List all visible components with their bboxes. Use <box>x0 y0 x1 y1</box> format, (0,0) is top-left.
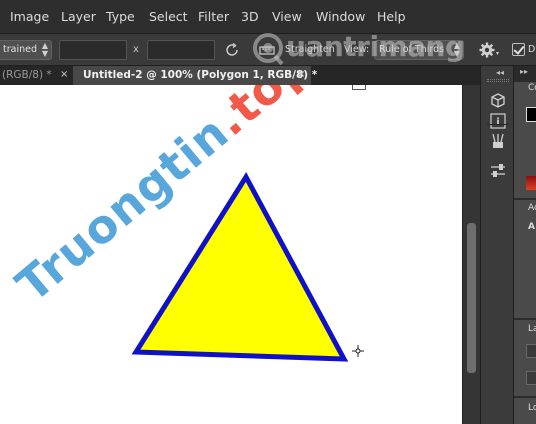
crosshair-cursor-icon <box>352 345 364 357</box>
menu-window[interactable]: Window <box>316 9 365 24</box>
document-tabs: (RGB/8) * × Untitled-2 @ 100% (Polygon 1… <box>0 66 480 85</box>
document-canvas[interactable]: Truongtin.top <box>0 85 462 424</box>
straighten-icon[interactable] <box>258 41 276 59</box>
svg-text:i: i <box>496 117 499 128</box>
panel-icon-strip: ◂◂ i <box>480 66 514 424</box>
layer-filter-select[interactable] <box>526 344 536 358</box>
close-icon[interactable]: × <box>297 69 305 80</box>
menu-view[interactable]: View <box>272 9 302 24</box>
panel-separator <box>514 396 536 398</box>
menu-bar: Image Layer Type Select Filter 3D View W… <box>0 0 536 34</box>
tab-document-1[interactable]: (RGB/8) * × <box>0 66 72 85</box>
tab-label: (RGB/8) * <box>2 69 52 81</box>
canvas-artwork <box>131 172 364 362</box>
gear-dropdown-icon[interactable]: ▾ <box>496 50 499 57</box>
menu-image[interactable]: Image <box>10 9 49 24</box>
lock-label: Lo <box>528 403 536 413</box>
overlay-select[interactable]: Rule of Thirds ▲ ▼ <box>374 40 464 60</box>
height-input[interactable] <box>147 40 215 60</box>
adjustments-item[interactable]: A <box>528 222 535 232</box>
expand-icon: ▸▸ <box>520 67 529 76</box>
adjustments-sliders-icon[interactable] <box>489 162 507 180</box>
color-panel-tab[interactable]: Co <box>528 83 536 93</box>
3d-cube-icon[interactable] <box>489 92 507 110</box>
panel-collapse-bar[interactable]: ▸▸ <box>514 66 536 80</box>
strip-separator <box>487 124 509 125</box>
panel-separator <box>514 198 536 200</box>
crop-handle[interactable] <box>352 85 366 90</box>
straighten-label[interactable]: Straighten <box>285 44 335 55</box>
constraint-select[interactable]: trained ▲ ▼ <box>0 40 52 60</box>
constraint-select-value: trained <box>3 44 37 55</box>
panel-separator <box>514 80 536 82</box>
delete-cropped-checkbox[interactable] <box>512 43 525 56</box>
collapse-icon[interactable]: ◂◂ <box>496 68 504 77</box>
menu-filter[interactable]: Filter <box>198 9 229 24</box>
rotate-icon[interactable] <box>223 41 241 59</box>
brushes-icon[interactable] <box>489 132 507 150</box>
menu-type[interactable]: Type <box>106 9 135 24</box>
menu-layer[interactable]: Layer <box>61 9 96 24</box>
delete-cropped-label: D <box>528 44 536 55</box>
overlay-select-value: Rule of Thirds <box>379 44 445 55</box>
menu-help[interactable]: Help <box>377 9 406 24</box>
adjustments-panel-tab[interactable]: Ad <box>528 203 536 213</box>
updown-arrows-icon: ▲ ▼ <box>453 41 460 58</box>
width-input[interactable] <box>59 40 127 60</box>
tab-untitled-2[interactable]: Untitled-2 @ 100% (Polygon 1, RGB/8) * × <box>73 66 317 85</box>
options-bar: trained ▲ ▼ x Straighten View: Rule of Th… <box>0 34 536 66</box>
menu-3d[interactable]: 3D <box>241 9 259 24</box>
info-icon[interactable]: i <box>489 112 507 130</box>
right-panels: ▸▸ Co Ad A La Lo <box>514 66 536 424</box>
updown-arrows-icon: ▲ ▼ <box>41 41 48 58</box>
blend-mode-select[interactable] <box>526 371 536 385</box>
scrollbar-thumb[interactable] <box>467 223 476 373</box>
layers-panel-tab[interactable]: La <box>528 324 536 334</box>
color-ramp[interactable] <box>526 176 536 190</box>
view-label: View: <box>344 44 370 55</box>
foreground-color-swatch[interactable] <box>526 107 536 122</box>
tab-label: Untitled-2 @ 100% (Polygon 1, RGB/8) * <box>83 69 318 81</box>
close-icon[interactable]: × <box>60 69 68 80</box>
vertical-scrollbar[interactable] <box>462 85 480 424</box>
panel-separator <box>514 318 536 320</box>
gear-icon[interactable] <box>478 41 496 59</box>
menu-select[interactable]: Select <box>149 9 188 24</box>
swap-dimensions-label[interactable]: x <box>133 44 139 55</box>
panel-grip[interactable] <box>487 79 509 82</box>
triangle-shape[interactable] <box>131 172 349 362</box>
